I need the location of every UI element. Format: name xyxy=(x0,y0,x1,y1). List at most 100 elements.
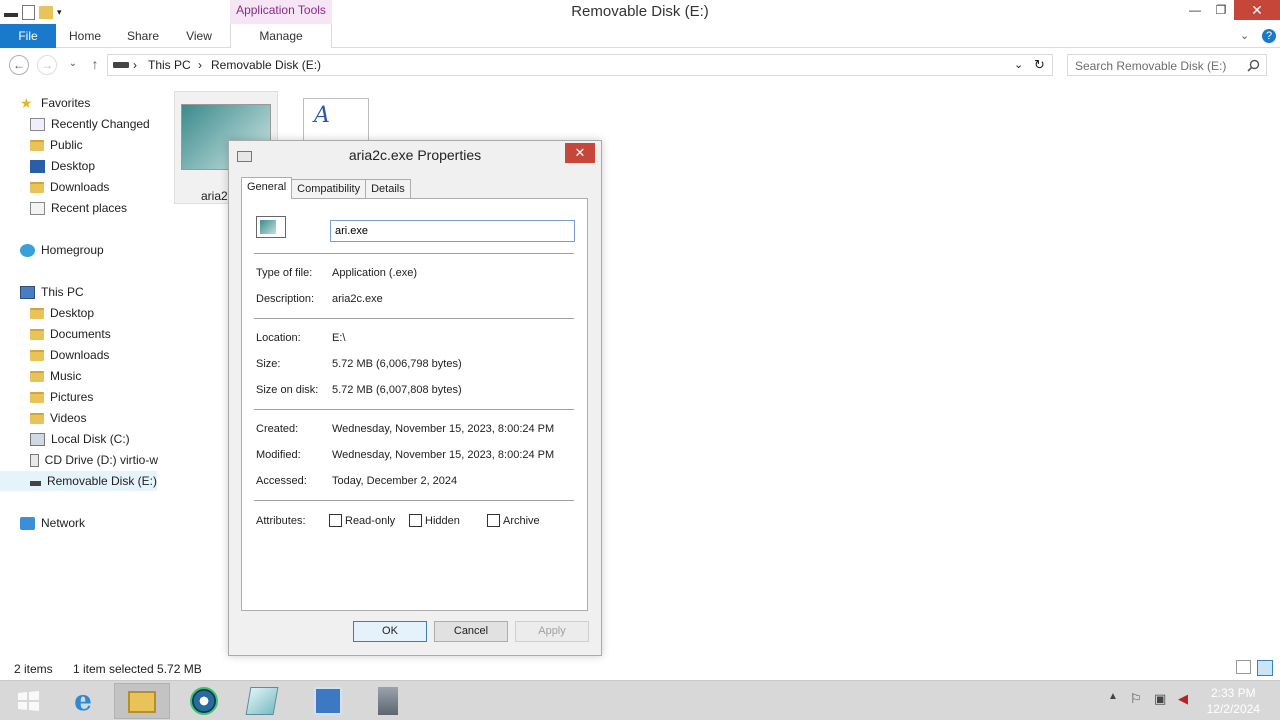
divider xyxy=(254,253,574,254)
forward-button[interactable]: → xyxy=(37,55,57,75)
sidebar-item-removable-disk[interactable]: Removable Disk (E:) xyxy=(0,471,157,491)
homegroup-icon xyxy=(20,243,35,257)
network-tray-icon[interactable]: ▣ xyxy=(1154,691,1166,707)
control-panel-icon xyxy=(314,687,342,715)
pictures-folder-icon xyxy=(30,391,44,403)
divider xyxy=(254,409,574,410)
tab-compatibility[interactable]: Compatibility xyxy=(291,179,367,199)
restore-button[interactable]: ❐ xyxy=(1208,0,1234,20)
sidebar-item-documents[interactable]: Documents xyxy=(30,324,111,344)
cancel-button[interactable]: Cancel xyxy=(434,621,508,642)
downloads-folder-icon xyxy=(30,181,44,193)
tab-view[interactable]: View xyxy=(178,24,220,48)
breadcrumb-removable-disk[interactable]: Removable Disk (E:) xyxy=(211,58,321,72)
properties-icon[interactable] xyxy=(22,4,35,20)
sidebar-item-public[interactable]: Public xyxy=(30,135,83,155)
divider xyxy=(254,318,574,319)
filename-input[interactable] xyxy=(330,220,575,242)
computer-icon xyxy=(20,285,35,299)
music-folder-icon xyxy=(30,370,44,382)
expand-ribbon-icon[interactable]: ⌄ xyxy=(1240,29,1249,42)
sidebar-item-recently-changed[interactable]: Recently Changed xyxy=(30,114,150,134)
sidebar-item-music[interactable]: Music xyxy=(30,366,81,386)
recent-locations-button[interactable]: ⌄ xyxy=(63,55,83,75)
up-button[interactable]: ↑ xyxy=(85,55,105,75)
sidebar-item-local-disk[interactable]: Local Disk (C:) xyxy=(30,429,130,449)
sidebar-network[interactable]: Network xyxy=(20,513,85,533)
sidebar-item-recent-places[interactable]: Recent places xyxy=(30,198,127,218)
notepad-icon xyxy=(245,687,279,715)
windows-logo-icon xyxy=(18,691,39,711)
title-bar: ▾ Application Tools Removable Disk (E:) … xyxy=(0,0,1280,24)
search-icon[interactable] xyxy=(1247,59,1260,72)
recent-icon xyxy=(30,117,45,131)
new-folder-icon[interactable] xyxy=(39,5,53,19)
sidebar-item-downloads-fav[interactable]: Downloads xyxy=(30,177,109,197)
readonly-checkbox[interactable]: Read-only xyxy=(329,514,395,527)
tab-share[interactable]: Share xyxy=(120,24,166,48)
taskbar-file-explorer[interactable] xyxy=(114,683,170,719)
sidebar-item-desktop[interactable]: Desktop xyxy=(30,303,94,323)
recent-places-icon xyxy=(30,201,45,215)
tab-general[interactable]: General xyxy=(241,177,293,199)
sidebar-favorites[interactable]: ★ Favorites xyxy=(20,93,90,113)
ok-button[interactable]: OK xyxy=(353,621,427,642)
system-clock[interactable]: 2:33 PM 12/2/2024 xyxy=(1207,685,1260,717)
status-bar: 2 items 1 item selected 5.72 MB xyxy=(0,658,1280,680)
details-view-icon[interactable] xyxy=(1236,660,1251,674)
help-icon[interactable]: ? xyxy=(1262,29,1276,43)
cd-drive-icon xyxy=(30,453,39,467)
start-button[interactable] xyxy=(0,683,56,719)
sidebar-homegroup[interactable]: Homegroup xyxy=(20,240,104,260)
tab-manage[interactable]: Manage xyxy=(230,24,332,48)
videos-folder-icon xyxy=(30,412,44,424)
large-icons-view-icon[interactable] xyxy=(1257,660,1273,676)
breadcrumb-this-pc[interactable]: This PC xyxy=(148,58,191,72)
sidebar-item-downloads[interactable]: Downloads xyxy=(30,345,109,365)
network-app-icon xyxy=(190,687,218,715)
document-icon: A xyxy=(314,103,330,128)
breadcrumb-sep: › xyxy=(198,58,202,72)
removable-disk-icon xyxy=(30,480,41,486)
sidebar-item-pictures[interactable]: Pictures xyxy=(30,387,93,407)
taskbar-server-manager[interactable] xyxy=(360,683,416,719)
search-box[interactable]: Search Removable Disk (E:) xyxy=(1067,54,1267,76)
archive-checkbox[interactable]: Archive xyxy=(487,514,540,527)
downloads-folder-icon xyxy=(30,349,44,361)
sidebar-this-pc[interactable]: This PC xyxy=(20,282,84,302)
documents-folder-icon xyxy=(30,328,44,340)
window-title: Removable Disk (E:) xyxy=(571,3,709,20)
dialog-close-button[interactable]: ✕ xyxy=(565,143,595,163)
flag-icon[interactable]: ⚐ xyxy=(1130,691,1142,707)
ribbon-tabs: File Home Share View Manage ⌄ ? xyxy=(0,24,1280,48)
hidden-checkbox[interactable]: Hidden xyxy=(409,514,460,527)
folder-icon xyxy=(30,139,44,151)
system-menu-icon[interactable] xyxy=(4,13,18,17)
sidebar-item-videos[interactable]: Videos xyxy=(30,408,86,428)
dialog-tabs: General Compatibility Details xyxy=(241,177,411,199)
back-button[interactable]: ← xyxy=(9,55,29,75)
customize-qat-icon[interactable]: ▾ xyxy=(57,4,67,20)
taskbar-control-panel[interactable] xyxy=(300,683,356,719)
tray-overflow-icon[interactable]: ▲ xyxy=(1108,691,1118,702)
taskbar-notepad[interactable] xyxy=(234,683,290,719)
refresh-icon[interactable]: ↻ xyxy=(1034,57,1045,73)
address-dropdown-icon[interactable]: ⌄ xyxy=(1014,58,1023,71)
minimize-button[interactable]: — xyxy=(1182,0,1208,20)
address-bar[interactable]: › This PC › Removable Disk (E:) ⌄ ↻ xyxy=(107,54,1053,76)
properties-dialog: aria2c.exe Properties ✕ General Compatib… xyxy=(228,140,602,656)
tab-home[interactable]: Home xyxy=(62,24,108,48)
local-disk-icon xyxy=(30,432,45,446)
tab-file[interactable]: File xyxy=(0,24,56,48)
tab-details[interactable]: Details xyxy=(365,179,411,199)
sidebar-item-cd-drive[interactable]: CD Drive (D:) virtio-w xyxy=(30,450,158,470)
file-explorer-icon xyxy=(128,691,156,713)
item-count: 2 items xyxy=(14,662,53,676)
taskbar-internet-explorer[interactable]: e xyxy=(55,683,111,719)
close-button[interactable]: ✕ xyxy=(1234,0,1280,20)
clock-time: 2:33 PM xyxy=(1210,686,1256,700)
taskbar-network-app[interactable] xyxy=(176,683,232,719)
sidebar-item-desktop-fav[interactable]: Desktop xyxy=(30,156,95,176)
volume-icon[interactable]: ◀ xyxy=(1178,691,1188,707)
apply-button[interactable]: Apply xyxy=(515,621,589,642)
